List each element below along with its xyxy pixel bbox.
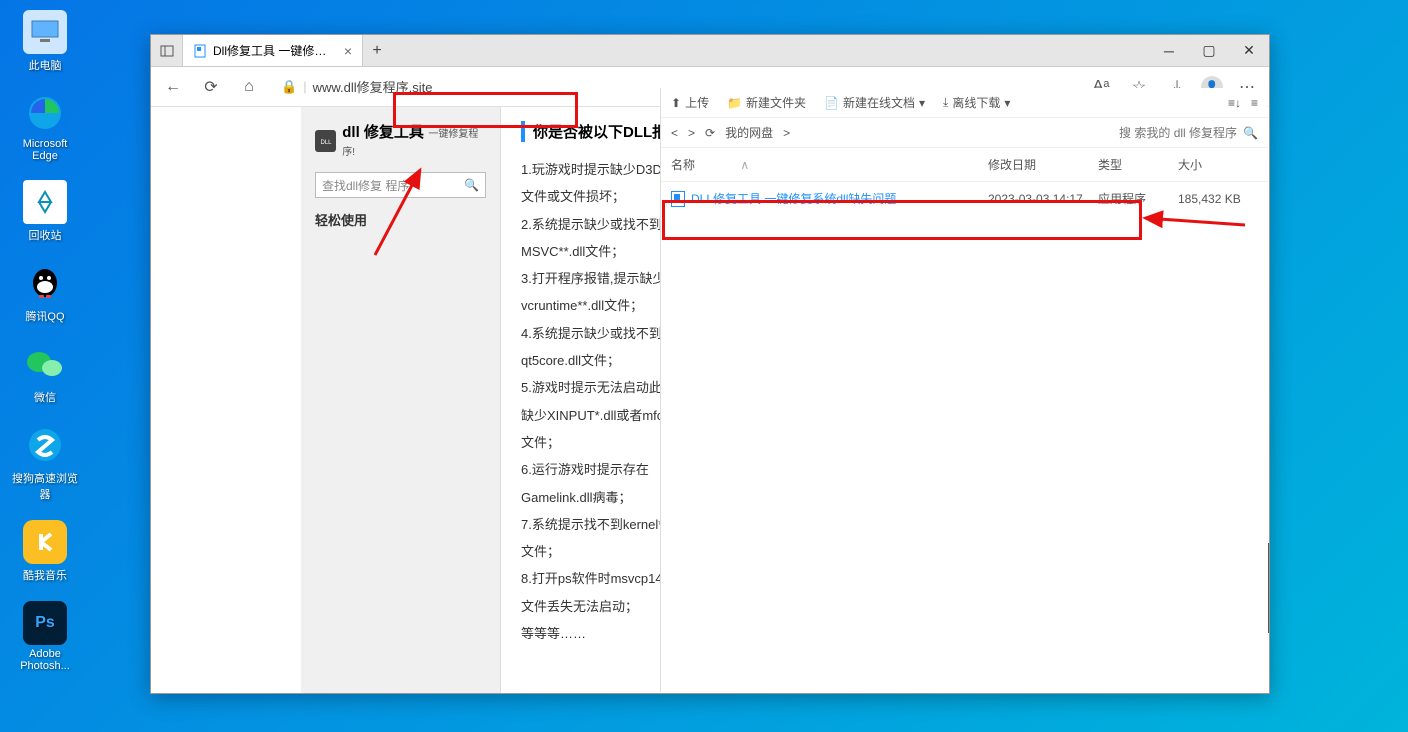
desktop-icon-edge[interactable]: Microsoft Edge [10, 91, 80, 162]
sidebar-icon [160, 44, 174, 58]
desktop-icon-photoshop[interactable]: Ps Adobe Photosh... [10, 601, 80, 672]
offline-download-button[interactable]: ⤓ 离线下载 ▾ [943, 94, 1010, 111]
desktop-icon-recycle[interactable]: 回收站 [10, 180, 80, 243]
new-tab-button[interactable]: + [363, 35, 391, 66]
refresh-button[interactable]: ⟳ [197, 73, 225, 101]
maximize-button[interactable]: ▢ [1189, 35, 1229, 67]
col-type-header[interactable]: 类型 [1098, 156, 1178, 173]
col-size-header[interactable]: 大小 [1178, 156, 1258, 173]
desktop-icon-label: 回收站 [29, 227, 62, 243]
window-controls: ─ ▢ ✕ [1149, 35, 1269, 67]
exe-file-icon [671, 191, 685, 207]
svg-text:DLL: DLL [320, 140, 332, 146]
desktop-icon-sogou[interactable]: 搜狗高速浏览器 [10, 423, 80, 502]
lock-icon: 🔒 [281, 79, 297, 95]
nav-forward-button[interactable]: > [688, 126, 695, 140]
sort-button[interactable]: ≡↓ [1228, 96, 1241, 110]
file-toolbar: ⬆ 上传 📁 新建文件夹 📄 新建在线文档 ▾ ⤓ 离线下载 ▾ ≡↓ ≡ [661, 88, 1268, 118]
computer-icon [23, 10, 67, 54]
col-name-header[interactable]: 名称 [671, 156, 695, 173]
desktop-icon-this-pc[interactable]: 此电脑 [10, 10, 80, 73]
kugou-icon [23, 520, 67, 564]
tab-title: Dll修复工具 一键修复电脑丢失Dl... [213, 42, 338, 59]
sidebar-search-box[interactable]: 查找dll修复 程序 🔍 [315, 172, 486, 198]
file-type: 应用程序 [1098, 190, 1178, 207]
tab-close-icon[interactable]: × [344, 43, 352, 59]
desktop-icon-label: Microsoft Edge [10, 138, 80, 162]
addressbar[interactable]: 🔒 | www.dll修复程序.site [273, 73, 441, 100]
side-tab-button[interactable] [151, 35, 183, 66]
desktop-icons: 此电脑 Microsoft Edge 回收站 腾讯QQ 微信 搜狗高速浏览器 [10, 10, 80, 672]
sort-indicator-icon: ∧ [740, 158, 749, 172]
close-button[interactable]: ✕ [1229, 35, 1269, 67]
sidebar-section-label: 轻松使用 [315, 210, 486, 229]
breadcrumb-chevron: > [783, 126, 790, 140]
home-button[interactable]: ⌂ [235, 73, 263, 101]
sogou-icon [23, 423, 67, 467]
desktop-icon-label: 此电脑 [29, 57, 62, 73]
page-icon [193, 44, 207, 58]
file-panel: ⬆ 上传 📁 新建文件夹 📄 新建在线文档 ▾ ⤓ 离线下载 ▾ ≡↓ ≡ < … [660, 88, 1268, 692]
minimize-button[interactable]: ─ [1149, 35, 1189, 67]
file-size: 185,432 KB [1178, 192, 1258, 206]
file-breadcrumb: < > ⟳ 我的网盘 > 🔍 [661, 118, 1268, 148]
file-list-header: 名称 ∧ 修改日期 类型 大小 [661, 148, 1268, 182]
nav-back-button[interactable]: < [671, 126, 678, 140]
desktop-icon-label: 酷我音乐 [23, 567, 67, 583]
list-view-button[interactable]: ≡ [1251, 96, 1258, 110]
new-online-doc-button[interactable]: 📄 新建在线文档 ▾ [824, 94, 925, 111]
desktop-icon-label: 腾讯QQ [25, 308, 64, 324]
col-date-header[interactable]: 修改日期 [988, 156, 1098, 173]
edge-icon [23, 91, 67, 135]
upload-icon: ⬆ [671, 96, 681, 110]
wechat-icon [23, 342, 67, 386]
photoshop-icon: Ps [23, 601, 67, 645]
back-button[interactable]: ← [159, 73, 187, 101]
desktop-icon-label: 搜狗高速浏览器 [10, 470, 80, 502]
new-folder-button[interactable]: 📁 新建文件夹 [727, 94, 806, 111]
titlebar: Dll修复工具 一键修复电脑丢失Dl... × + ─ ▢ ✕ [151, 35, 1269, 67]
file-row[interactable]: DLL修复工具 一键修复系统dll缺失问题... 2023-03-03 14:1… [661, 182, 1268, 215]
desktop-icon-kugou[interactable]: 酷我音乐 [10, 520, 80, 583]
search-placeholder: 查找dll修复 程序 [322, 177, 409, 194]
recycle-bin-icon [23, 180, 67, 224]
document-icon: 📄 [824, 96, 839, 110]
upload-button[interactable]: ⬆ 上传 [671, 94, 709, 111]
url-text: www.dll修复程序.site [313, 77, 433, 96]
logo-row: DLL dll 修复工具 一键修复程序! [315, 121, 486, 160]
desktop-icon-qq[interactable]: 腾讯QQ [10, 261, 80, 324]
folder-plus-icon: 📁 [727, 96, 742, 110]
download-icon: ⤓ [943, 95, 948, 110]
qq-icon [23, 261, 67, 305]
tab-strip: Dll修复工具 一键修复电脑丢失Dl... × + [151, 35, 1149, 66]
dll-logo-icon: DLL [315, 130, 336, 152]
logo-text: dll 修复工具 [342, 124, 424, 141]
chevron-down-icon: ▾ [919, 96, 925, 110]
desktop-icon-label: Adobe Photosh... [10, 648, 80, 672]
desktop-icon-label: 微信 [34, 389, 56, 405]
nav-refresh-button[interactable]: ⟳ [705, 126, 715, 140]
page-sidebar: DLL dll 修复工具 一键修复程序! 查找dll修复 程序 🔍 轻松使用 [301, 107, 501, 693]
desktop-icon-wechat[interactable]: 微信 [10, 342, 80, 405]
file-name: DLL修复工具 一键修复系统dll缺失问题... [691, 190, 906, 207]
file-search-input[interactable] [1117, 126, 1237, 140]
browser-tab[interactable]: Dll修复工具 一键修复电脑丢失Dl... × [183, 35, 363, 66]
search-icon: 🔍 [464, 178, 479, 192]
breadcrumb-root[interactable]: 我的网盘 [725, 124, 773, 141]
search-icon[interactable]: 🔍 [1243, 126, 1258, 140]
chevron-down-icon: ▾ [1004, 96, 1010, 110]
file-date: 2023-03-03 14:17 [988, 192, 1098, 206]
